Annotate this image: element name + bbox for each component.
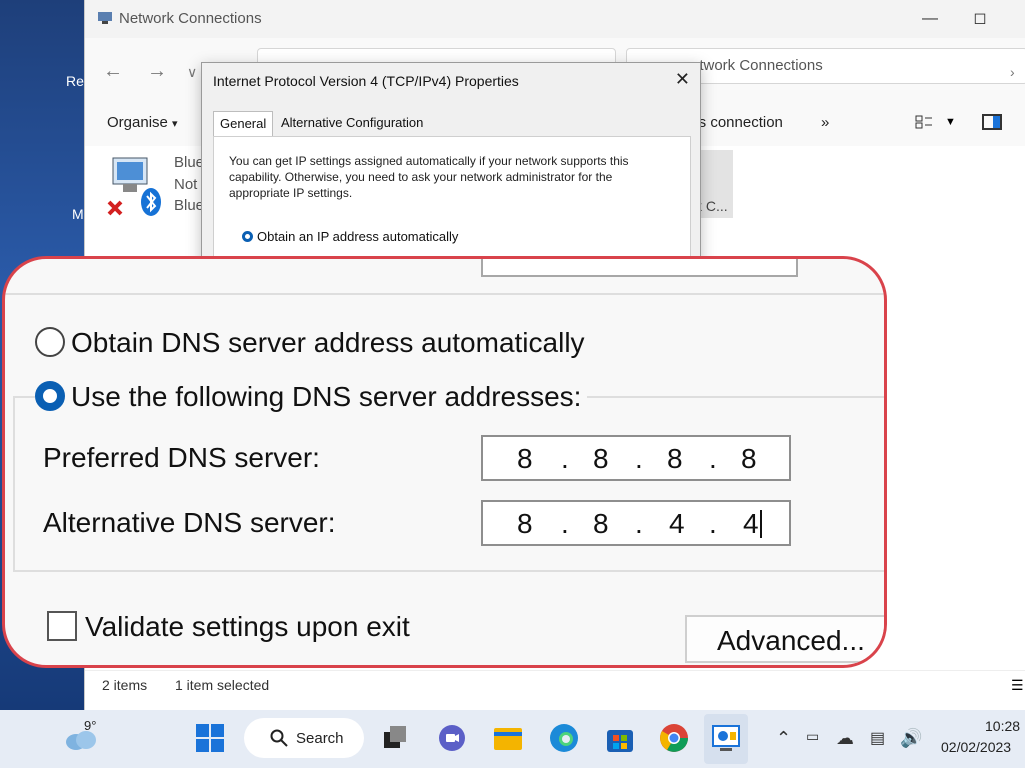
ip-octet: 8 — [741, 443, 757, 474]
location-text: etwork Connections — [691, 57, 823, 74]
control-panel-icon[interactable] — [710, 722, 742, 754]
chevron-up-icon[interactable]: ⌃ — [776, 728, 791, 749]
chrome-browser-icon[interactable] — [658, 722, 690, 754]
window-title: Network Connections — [119, 10, 262, 27]
view-options-icon[interactable] — [915, 114, 933, 130]
taskbar — [0, 710, 54, 768]
selection-count: 1 item selected — [175, 677, 270, 693]
radio-label: Use the following DNS server addresses: — [71, 381, 582, 412]
obtain-dns-automatically-radio[interactable]: Obtain DNS server address automatically — [35, 327, 585, 359]
divider — [5, 293, 884, 295]
preferred-dns-label: Preferred DNS server: — [43, 442, 320, 473]
ip-dot: . — [635, 508, 643, 539]
preview-pane-icon[interactable] — [982, 114, 1002, 130]
onedrive-cloud-icon[interactable]: ☁ — [836, 728, 854, 749]
volume-icon[interactable]: 🔊 — [900, 728, 922, 749]
taskbar-search[interactable]: Search — [244, 718, 364, 758]
file-explorer-icon[interactable] — [492, 722, 524, 754]
ip-dot: . — [709, 508, 717, 539]
organise-label: Organise — [107, 114, 168, 131]
item-count: 2 items — [102, 677, 148, 693]
edge-browser-icon[interactable] — [548, 722, 580, 754]
ip-octet: 4 — [743, 508, 759, 539]
task-view-icon[interactable] — [380, 722, 412, 754]
start-button[interactable] — [194, 722, 226, 754]
ip-octet: 8 — [593, 443, 609, 474]
validate-settings-checkbox[interactable]: Validate settings upon exit — [47, 611, 410, 643]
connection-device: Blue — [174, 197, 205, 214]
more-commands-button[interactable]: » — [821, 114, 829, 131]
radio-label: Obtain DNS server address automatically — [71, 327, 585, 358]
close-icon[interactable]: ✕ — [675, 69, 690, 90]
ip-octet: 4 — [669, 508, 685, 539]
radio-selected-icon — [35, 381, 65, 411]
dialog-description: You can get IP settings assigned automat… — [229, 154, 629, 200]
clock-date[interactable]: 02/02/2023 — [941, 739, 1011, 755]
window-titlebar: Network Connections — ◻ — [85, 0, 1025, 38]
radio-label: Obtain an IP address automatically — [257, 229, 459, 244]
chevron-down-icon[interactable]: ▼ — [945, 116, 956, 128]
chevron-down-icon: ▾ — [172, 118, 178, 130]
back-arrow-icon[interactable]: ← — [103, 60, 123, 83]
connection-name: Blue — [174, 154, 205, 171]
ip-octet: 8 — [517, 508, 533, 539]
use-following-dns-radio[interactable]: Use the following DNS server addresses: — [35, 381, 588, 413]
ip-octet: 8 — [667, 443, 683, 474]
organise-menu[interactable]: Organise ▾ — [107, 114, 178, 131]
status-bar: 2 items 1 item selected ☰ — [85, 670, 1025, 711]
chevron-right-icon[interactable]: › — [1010, 64, 1015, 80]
desktop-icon-label: M — [72, 206, 84, 222]
ip-address-field[interactable] — [481, 259, 798, 277]
text-cursor — [760, 510, 762, 538]
chat-icon[interactable] — [436, 722, 468, 754]
tab-general[interactable]: General — [213, 111, 274, 136]
taskbar: 9° Search ⌃ ▭ ☁ ▤ 🔊 10:28 02/02/2023 — [54, 710, 1025, 768]
weather-temperature: 9° — [84, 718, 97, 733]
network-error-icon[interactable]: ▭ — [806, 728, 819, 745]
details-view-icon[interactable]: ☰ — [1011, 677, 1024, 694]
ip-octet: 8 — [593, 508, 609, 539]
alternative-dns-input[interactable]: 8 . 8 . 4 . 4 — [481, 500, 791, 546]
checkbox-label: Validate settings upon exit — [85, 611, 410, 642]
ip-dot: . — [635, 443, 643, 474]
search-label: Search — [296, 730, 344, 747]
obtain-ip-automatically-radio[interactable]: Obtain an IP address automatically — [242, 229, 458, 244]
preferred-dns-input[interactable]: 8 . 8 . 8 . 8 — [481, 435, 791, 481]
advanced-button[interactable]: Advanced... — [685, 615, 884, 663]
store-icon[interactable] — [604, 722, 636, 754]
tab-alternative-configuration[interactable]: Alternative Configuration — [275, 111, 429, 135]
ip-octet: 8 — [517, 443, 533, 474]
checkbox-unchecked-icon — [47, 611, 77, 641]
forward-arrow-icon[interactable]: → — [147, 60, 167, 83]
ip-dot: . — [709, 443, 717, 474]
maximize-button[interactable]: ◻ — [960, 6, 1000, 32]
zoom-callout: Obtain DNS server address automatically … — [2, 256, 887, 668]
search-icon — [270, 729, 288, 747]
connection-status: Not — [174, 176, 198, 193]
minimize-button[interactable]: — — [910, 6, 950, 32]
ip-dot: . — [561, 508, 569, 539]
desktop-icon-label: Re — [66, 73, 84, 89]
alternative-dns-label: Alternative DNS server: — [43, 507, 336, 538]
bluetooth-network-icon — [107, 157, 161, 216]
radio-unselected-icon — [35, 327, 65, 357]
rename-this-connection-button[interactable]: his connection — [687, 114, 783, 131]
network-icon[interactable]: ▤ — [870, 728, 885, 748]
chevron-down-icon[interactable]: ∨ — [187, 64, 197, 81]
clock-time[interactable]: 10:28 — [985, 718, 1020, 734]
dialog-title: Internet Protocol Version 4 (TCP/IPv4) P… — [213, 73, 519, 89]
radio-selected-icon — [242, 231, 253, 242]
ip-dot: . — [561, 443, 569, 474]
network-connections-icon — [98, 12, 112, 24]
